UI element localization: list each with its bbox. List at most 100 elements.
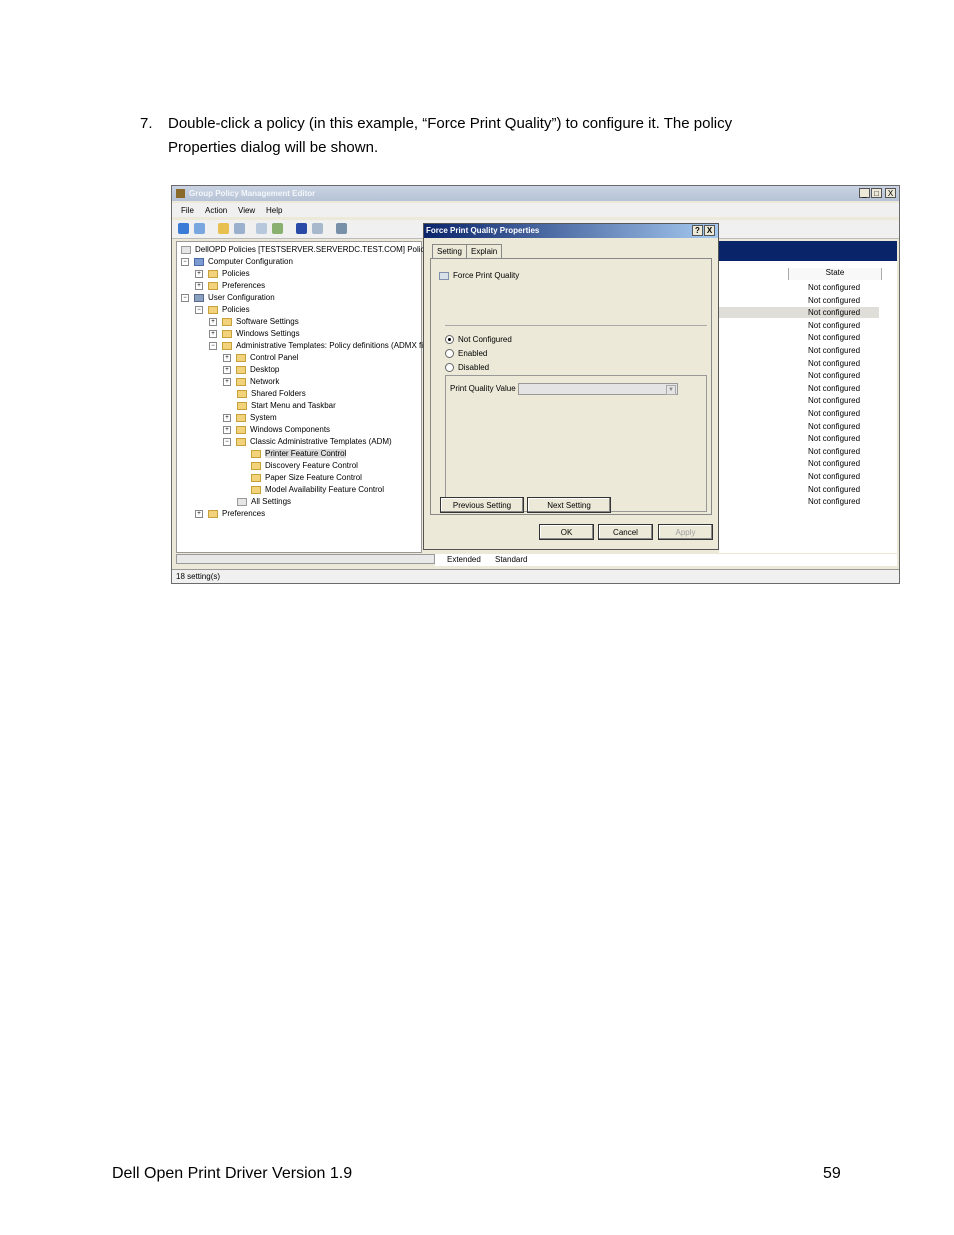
tree-item[interactable]: + Preferences (195, 281, 265, 290)
tree-item[interactable]: + Network (223, 377, 279, 386)
expand-icon[interactable]: + (223, 425, 231, 434)
properties-dialog: Force Print Quality Properties ? X Setti… (423, 223, 719, 550)
collapse-icon[interactable]: − (181, 293, 189, 302)
cancel-button[interactable]: Cancel (598, 524, 653, 540)
tree-item[interactable]: + Software Settings (209, 317, 299, 326)
state-cell: Not configured (808, 446, 861, 456)
tree-item[interactable]: + System (223, 413, 277, 422)
setting-panel: Force Print Quality Not Configured Enabl… (430, 258, 712, 515)
back-arrow-icon[interactable] (178, 223, 189, 234)
tree-item[interactable]: + Windows Settings (209, 329, 300, 338)
expand-icon[interactable]: + (223, 353, 231, 362)
print-quality-select[interactable]: ▼ (518, 383, 678, 395)
tree-item[interactable]: Paper Size Feature Control (251, 473, 362, 482)
tree-item[interactable]: Model Availability Feature Control (251, 485, 384, 494)
collapse-icon[interactable]: − (223, 437, 231, 446)
collapse-icon[interactable]: − (181, 257, 189, 266)
minimize-button[interactable]: _ (859, 188, 870, 198)
tree-item[interactable]: DellOPD Policies [TESTSERVER.SERVERDC.TE… (181, 245, 429, 254)
tree-item[interactable]: Shared Folders (237, 389, 306, 398)
tree-item[interactable]: Discovery Feature Control (251, 461, 358, 470)
window-close-button[interactable]: X (885, 188, 896, 198)
tree-item[interactable]: + Windows Components (223, 425, 330, 434)
radio-enabled[interactable]: Enabled (445, 349, 487, 359)
folder-icon (236, 365, 246, 374)
up-folder-icon[interactable] (218, 223, 229, 234)
maximize-button[interactable]: □ (871, 188, 882, 198)
properties-icon[interactable] (256, 223, 267, 234)
menu-file[interactable]: File (181, 206, 194, 215)
expand-icon[interactable]: + (195, 509, 203, 518)
tree-item[interactable]: − Classic Administrative Templates (ADM) (223, 437, 392, 446)
dialog-help-button[interactable]: ? (692, 225, 703, 236)
help-icon[interactable] (296, 223, 307, 234)
dialog-close-button[interactable]: X (704, 225, 715, 236)
ok-button[interactable]: OK (539, 524, 594, 540)
tree-item[interactable]: + Preferences (195, 509, 265, 518)
step-text-line1: Double-click a policy (in this example, … (168, 115, 733, 132)
status-bar: 18 setting(s) (172, 569, 899, 583)
radio-selected-icon (445, 335, 454, 345)
filter-icon[interactable] (336, 223, 347, 234)
folder-icon (251, 461, 261, 470)
radio-icon (445, 363, 454, 373)
expand-icon[interactable]: + (223, 377, 231, 386)
tree-item[interactable]: + Desktop (223, 365, 279, 374)
footer-title: Dell Open Print Driver Version 1.9 (112, 1165, 353, 1182)
show-hide-tree-icon[interactable] (234, 223, 245, 234)
collapse-icon[interactable]: − (209, 341, 217, 350)
tree-item[interactable]: − Policies (195, 305, 250, 314)
forward-arrow-icon[interactable] (194, 223, 205, 234)
folder-icon (237, 389, 247, 398)
export-list-icon[interactable] (272, 223, 283, 234)
state-column-header[interactable]: State (788, 268, 882, 280)
tab-setting[interactable]: Setting (432, 244, 467, 259)
tree-item[interactable]: − Administrative Templates: Policy defini… (209, 341, 425, 350)
radio-not-configured[interactable]: Not Configured (445, 335, 512, 345)
tab-extended[interactable]: Extended (447, 555, 481, 564)
expand-icon[interactable]: + (195, 269, 203, 278)
apply-button[interactable]: Apply (658, 524, 713, 540)
expand-icon[interactable]: + (223, 365, 231, 374)
state-cell: Not configured (808, 308, 861, 318)
radio-disabled[interactable]: Disabled (445, 363, 489, 373)
folder-icon (236, 413, 246, 422)
menu-help[interactable]: Help (266, 206, 282, 215)
expand-icon[interactable]: + (209, 317, 217, 326)
collapse-icon[interactable]: − (195, 305, 203, 314)
computer-icon (194, 257, 204, 266)
previous-setting-button[interactable]: Previous Setting (440, 497, 524, 513)
menu-view[interactable]: View (238, 206, 255, 215)
horizontal-scrollbar[interactable] (176, 554, 435, 564)
folder-icon (251, 449, 261, 458)
next-setting-button[interactable]: Next Setting (527, 497, 611, 513)
folder-icon (208, 509, 218, 518)
tab-standard[interactable]: Standard (495, 555, 527, 564)
state-cell: Not configured (808, 497, 861, 507)
page-number: 59 (823, 1165, 841, 1182)
tree-item[interactable]: − Computer Configuration (181, 257, 293, 266)
step-number: 7. (140, 115, 153, 132)
status-text: 18 setting(s) (176, 572, 221, 581)
state-cell: Not configured (808, 358, 861, 368)
tree-item[interactable]: − User Configuration (181, 293, 275, 302)
expand-icon[interactable]: + (195, 281, 203, 290)
tree-item[interactable]: Start Menu and Taskbar (237, 401, 336, 410)
expand-icon[interactable]: + (209, 329, 217, 338)
tree-item[interactable]: Printer Feature Control (251, 449, 347, 458)
dialog-titlebar: Force Print Quality Properties ? X (424, 224, 718, 238)
state-cell: Not configured (808, 333, 861, 343)
tab-explain[interactable]: Explain (466, 244, 503, 259)
dialog-title: Force Print Quality Properties (426, 226, 540, 235)
radio-icon (445, 349, 454, 359)
view-tabs: Extended Standard (435, 554, 897, 566)
menu-action[interactable]: Action (205, 206, 227, 215)
tree-item[interactable]: All Settings (237, 497, 291, 506)
folder-icon (236, 377, 246, 386)
menu-bar: File Action View Help (172, 203, 899, 217)
tree-item[interactable]: + Control Panel (223, 353, 298, 362)
view-icon[interactable] (312, 223, 323, 234)
state-cell: Not configured (808, 484, 861, 494)
expand-icon[interactable]: + (223, 413, 231, 422)
tree-item[interactable]: + Policies (195, 269, 250, 278)
